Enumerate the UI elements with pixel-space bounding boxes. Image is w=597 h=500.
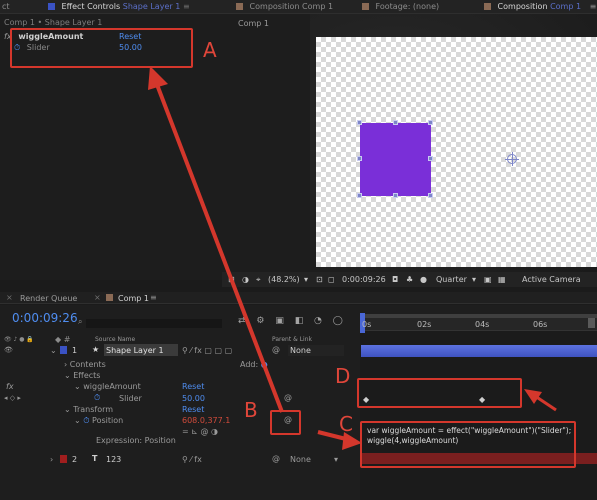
annotation-box-a xyxy=(10,28,193,68)
annotation-letter-c: C xyxy=(339,412,353,436)
annotation-letter-a: A xyxy=(203,38,217,62)
annotation-letter-d: D xyxy=(335,364,351,388)
annotation-box-c xyxy=(360,421,576,468)
arrow-b-to-a xyxy=(154,81,284,413)
annotation-box-d xyxy=(357,378,522,408)
annotation-letter-b: B xyxy=(244,398,258,422)
arrowhead-a-icon xyxy=(148,66,168,90)
arrowhead-d-icon xyxy=(524,389,542,404)
annotation-box-b xyxy=(270,410,301,435)
